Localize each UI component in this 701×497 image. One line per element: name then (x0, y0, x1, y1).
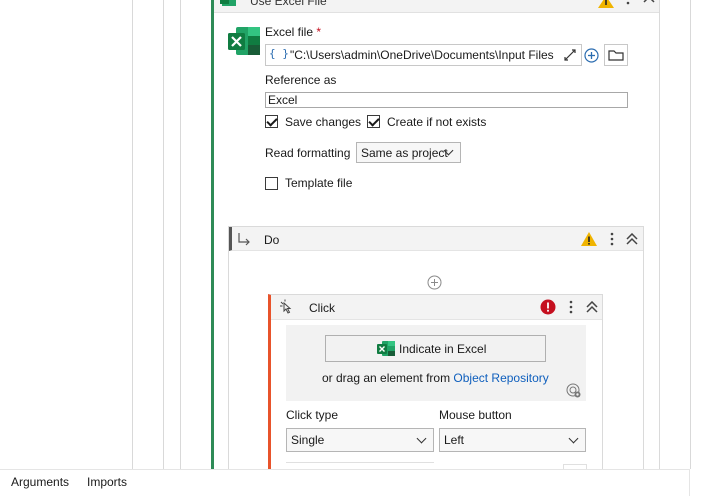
create-if-not-exists-label: Create if not exists (387, 115, 487, 129)
more-options-icon[interactable] (608, 231, 616, 247)
template-file-checkbox[interactable] (265, 177, 278, 190)
next-field-hint (286, 462, 434, 469)
indicate-in-excel-label: Indicate in Excel (399, 342, 487, 356)
click-activity-title: Click (309, 301, 335, 315)
required-mark: * (316, 25, 322, 39)
excel-file-path-value: "C:\Users\admin\OneDrive\Documents\Input… (290, 48, 554, 62)
reference-as-label: Reference as (265, 73, 337, 87)
browse-folder-button[interactable] (604, 44, 628, 66)
chevron-down-icon (416, 433, 427, 444)
excel-file-icon (228, 27, 260, 55)
collapse-icon[interactable] (643, 0, 655, 6)
mouse-button-dropdown[interactable]: Left (439, 428, 586, 452)
read-formatting-dropdown[interactable]: Same as project (356, 142, 461, 163)
error-icon[interactable] (540, 299, 556, 315)
bottom-bar-divider (689, 469, 701, 496)
excel-file-label: Excel file * (265, 25, 322, 39)
excel-icon (377, 341, 395, 356)
collapse-icon[interactable] (586, 301, 598, 313)
object-repository-link[interactable]: Object Repository (453, 371, 548, 385)
tab-imports[interactable]: Imports (87, 475, 127, 489)
read-formatting-label: Read formatting (265, 146, 351, 160)
add-variable-icon[interactable] (584, 48, 599, 63)
expand-editor-icon[interactable] (563, 48, 577, 62)
click-type-label: Click type (286, 408, 339, 422)
save-changes-label: Save changes (285, 115, 362, 129)
reference-as-input[interactable]: Excel (265, 92, 628, 108)
excel-icon (220, 0, 236, 6)
designer-guide-line (180, 0, 181, 469)
add-activity-icon[interactable] (427, 275, 442, 290)
expression-icon[interactable]: { } (269, 47, 289, 60)
click-icon (280, 299, 292, 314)
use-excel-file-title: Use Excel File (250, 0, 327, 8)
drag-element-hint: or drag an element from Object Repositor… (322, 371, 549, 385)
designer-guide-line (163, 0, 164, 469)
target-settings-icon[interactable] (566, 383, 582, 399)
template-file-label: Template file (285, 176, 353, 190)
collapse-icon[interactable] (626, 233, 638, 245)
read-formatting-value: Same as project (361, 146, 448, 160)
mouse-button-label: Mouse button (439, 408, 512, 422)
tab-arguments[interactable]: Arguments (11, 475, 69, 489)
folder-icon (608, 50, 624, 61)
indicate-in-excel-button[interactable]: Indicate in Excel (325, 335, 546, 362)
click-type-value: Single (291, 433, 325, 447)
more-options-icon[interactable] (624, 0, 632, 10)
sequence-arrow-icon (238, 233, 250, 246)
click-type-dropdown[interactable]: Single (286, 428, 434, 452)
designer-guide-line (132, 0, 133, 469)
warning-icon[interactable] (598, 0, 614, 8)
mouse-button-value: Left (444, 433, 465, 447)
more-options-icon[interactable] (567, 299, 575, 315)
designer-guide-line (690, 0, 691, 469)
do-sequence-title: Do (264, 233, 280, 247)
chevron-down-icon (568, 433, 579, 444)
create-if-not-exists-checkbox[interactable] (367, 115, 380, 128)
save-changes-checkbox[interactable] (265, 115, 278, 128)
warning-icon[interactable] (581, 232, 597, 246)
